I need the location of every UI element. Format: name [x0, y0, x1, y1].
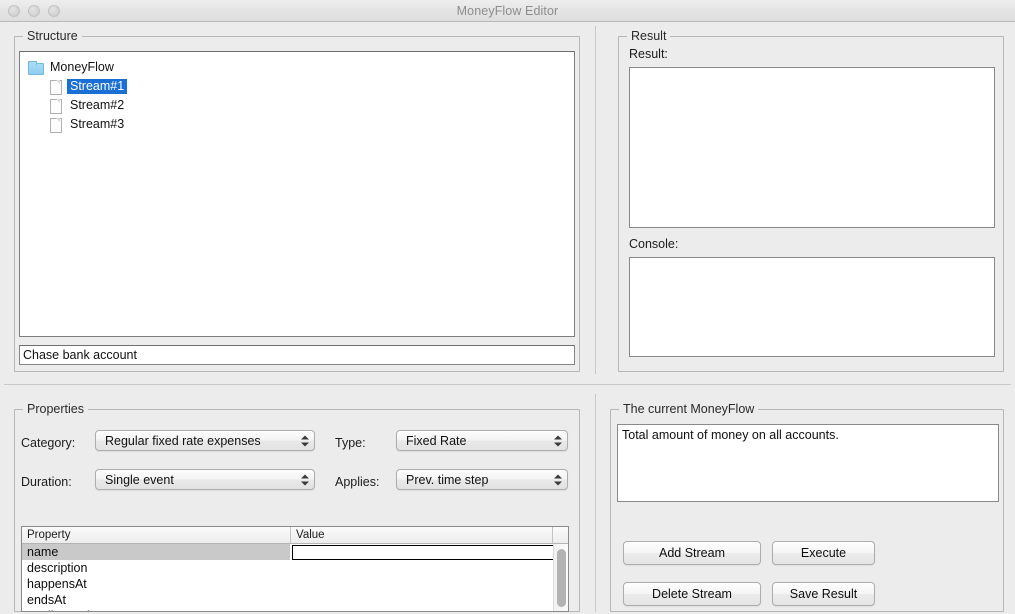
tree-node-stream-3[interactable]: Stream#3	[20, 115, 574, 134]
properties-panel: Properties Category: Regular fixed rate …	[14, 402, 580, 612]
table-cell-value[interactable]	[290, 608, 568, 611]
structure-tree[interactable]: MoneyFlow Stream#1 Stream#2 Stream#3	[20, 52, 574, 134]
type-select-value: Fixed Rate	[406, 433, 467, 448]
horizontal-divider[interactable]	[4, 384, 1011, 385]
applies-select[interactable]: Prev. time step	[396, 469, 568, 490]
file-icon	[48, 79, 62, 95]
table-cell-value[interactable]	[290, 592, 568, 608]
folder-icon	[28, 60, 44, 75]
table-cell-property: description	[27, 561, 88, 575]
console-output[interactable]	[629, 257, 995, 357]
table-row[interactable]: description	[22, 560, 568, 576]
category-select-value: Regular fixed rate expenses	[105, 433, 261, 448]
minimize-button[interactable]	[28, 5, 40, 17]
save-result-button[interactable]: Save Result	[772, 582, 875, 606]
current-moneyflow-title: The current MoneyFlow	[619, 402, 759, 416]
table-row[interactable]: endsAt	[22, 592, 568, 608]
table-cell-value[interactable]	[290, 576, 568, 592]
table-row[interactable]: happensAt	[22, 576, 568, 592]
bottom-vertical-divider[interactable]	[595, 394, 596, 612]
tree-node-label: Stream#1	[67, 79, 128, 94]
category-label: Category:	[21, 436, 76, 450]
table-cell-property: name	[22, 544, 290, 560]
properties-table-body: name description happensAt endsAt applie…	[22, 544, 568, 611]
table-cell-property: happensAt	[27, 577, 87, 591]
category-select[interactable]: Regular fixed rate expenses	[95, 430, 315, 451]
result-panel: Result Result: Console:	[618, 29, 1004, 372]
window-titlebar: MoneyFlow Editor	[0, 0, 1015, 22]
file-icon	[48, 117, 62, 133]
console-label: Console:	[629, 237, 679, 251]
window-content: Structure MoneyFlow Stream#1 Stream#2 St…	[0, 22, 1015, 614]
tree-node-label: Stream#3	[70, 117, 125, 131]
moneyflow-description[interactable]: Total amount of money on all accounts.	[617, 424, 999, 502]
table-row[interactable]: appliesToTimestep	[22, 608, 568, 611]
window-controls	[8, 5, 60, 17]
properties-table[interactable]: Property Value name description happensA…	[21, 526, 569, 612]
tree-node-stream-1[interactable]: Stream#1	[20, 77, 574, 96]
properties-table-scrollbar[interactable]	[553, 544, 568, 611]
scrollbar-thumb[interactable]	[557, 549, 566, 607]
properties-panel-title: Properties	[23, 402, 88, 416]
file-icon	[48, 98, 62, 114]
chevron-updown-icon	[300, 432, 309, 449]
type-label: Type:	[335, 436, 366, 450]
close-button[interactable]	[8, 5, 20, 17]
duration-label: Duration:	[21, 475, 72, 489]
result-label: Result:	[629, 47, 668, 61]
duration-select[interactable]: Single event	[95, 469, 315, 490]
top-vertical-divider[interactable]	[595, 26, 596, 374]
column-header-value[interactable]: Value	[290, 527, 552, 543]
window-title: MoneyFlow Editor	[456, 3, 559, 18]
chevron-updown-icon	[300, 471, 309, 488]
value-cell-editor[interactable]	[292, 545, 554, 560]
properties-table-header: Property Value	[22, 527, 568, 544]
current-moneyflow-panel: The current MoneyFlow Total amount of mo…	[610, 402, 1004, 612]
structure-panel: Structure MoneyFlow Stream#1 Stream#2 St…	[14, 29, 580, 372]
zoom-button[interactable]	[48, 5, 60, 17]
chevron-updown-icon	[553, 471, 562, 488]
column-header-spacer	[552, 527, 568, 543]
table-cell-property: endsAt	[27, 593, 66, 607]
structure-tree-container[interactable]: MoneyFlow Stream#1 Stream#2 Stream#3	[19, 51, 575, 337]
delete-stream-button[interactable]: Delete Stream	[623, 582, 761, 606]
result-panel-title: Result	[627, 29, 671, 43]
tree-node-moneyflow[interactable]: MoneyFlow	[20, 58, 574, 77]
tree-node-label: Stream#2	[70, 98, 125, 112]
structure-panel-title: Structure	[23, 29, 82, 43]
applies-label: Applies:	[335, 475, 380, 489]
execute-button[interactable]: Execute	[772, 541, 875, 565]
tree-node-label: MoneyFlow	[50, 60, 114, 74]
chevron-updown-icon	[553, 432, 562, 449]
type-select[interactable]: Fixed Rate	[396, 430, 568, 451]
table-cell-value[interactable]	[290, 560, 568, 576]
table-cell-property: appliesToTimestep	[22, 608, 290, 611]
duration-select-value: Single event	[105, 472, 174, 487]
column-header-property[interactable]: Property	[22, 527, 290, 543]
add-stream-button[interactable]: Add Stream	[623, 541, 761, 565]
stream-name-input[interactable]: Chase bank account	[19, 345, 575, 365]
tree-node-stream-2[interactable]: Stream#2	[20, 96, 574, 115]
applies-select-value: Prev. time step	[406, 472, 489, 487]
result-output[interactable]	[629, 67, 995, 228]
